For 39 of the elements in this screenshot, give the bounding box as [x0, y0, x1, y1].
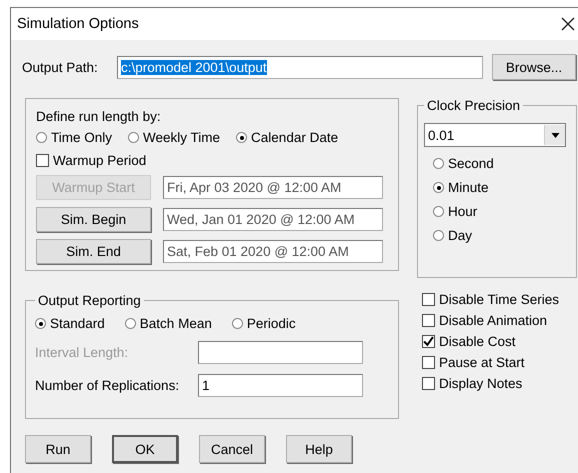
dropdown-arrow-icon	[550, 132, 560, 138]
dialog-button[interactable]: Help	[286, 435, 352, 463]
dialog-button[interactable]: Run	[25, 435, 91, 463]
radio-option[interactable]: Second	[433, 156, 570, 171]
date-field[interactable]: Sat, Feb 01 2020 @ 12:00 AM	[163, 240, 383, 263]
precision-dropdown[interactable]: 0.01	[424, 123, 566, 147]
option-checkbox[interactable]: Display Notes	[422, 376, 577, 391]
checkmark-icon	[423, 336, 434, 347]
output-path-field[interactable]: c:\promodel 2001\output	[117, 56, 483, 78]
option-checkbox[interactable]: Pause at Start	[422, 355, 577, 370]
input-field[interactable]	[198, 341, 363, 364]
date-button[interactable]: Sim. Begin	[36, 207, 151, 232]
radio-option[interactable]: Hour	[433, 204, 570, 219]
option-checkbox[interactable]: Disable Cost	[422, 334, 577, 349]
close-icon[interactable]	[561, 17, 575, 31]
output-path-label: Output Path:	[22, 60, 99, 74]
field-label: Interval Length:	[35, 345, 130, 360]
radio-option[interactable]: Periodic	[232, 316, 296, 331]
warmup-checkbox[interactable]: Warmup Period	[36, 153, 388, 168]
dialog-button[interactable]: Cancel	[199, 435, 265, 463]
radio-option[interactable]: Time Only	[36, 130, 112, 145]
radio-option[interactable]: Calendar Date	[236, 130, 338, 145]
dialog-button[interactable]: OK	[112, 435, 178, 463]
date-field[interactable]: Wed, Jan 01 2020 @ 12:00 AM	[163, 208, 383, 231]
run-length-label: Define run length by:	[36, 109, 162, 124]
radio-option[interactable]: Standard	[35, 316, 105, 331]
window-title: Simulation Options	[17, 16, 139, 32]
radio-option[interactable]: Day	[433, 228, 570, 243]
field-label: Number of Replications:	[35, 378, 180, 393]
date-button[interactable]: Sim. End	[36, 239, 151, 264]
browse-button[interactable]: Browse...	[492, 54, 576, 80]
option-checkbox[interactable]: Disable Animation	[422, 313, 577, 328]
option-checkbox[interactable]: Disable Time Series	[422, 292, 577, 307]
radio-option[interactable]: Minute	[433, 180, 570, 195]
group-title: Clock Precision	[426, 98, 522, 113]
group-title: Output Reporting	[37, 293, 142, 308]
input-field[interactable]: 1	[198, 374, 363, 397]
radio-option[interactable]: Batch Mean	[124, 316, 212, 331]
radio-option[interactable]: Weekly Time	[128, 130, 220, 145]
